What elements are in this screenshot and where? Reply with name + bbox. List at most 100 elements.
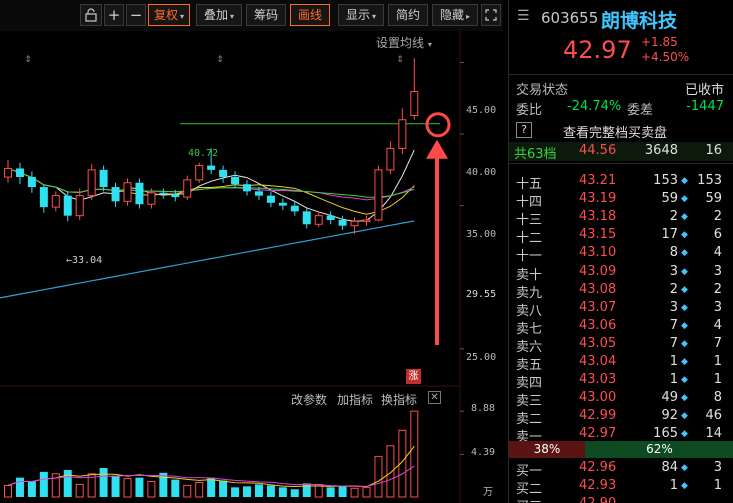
lock-icon-glyph xyxy=(85,8,97,22)
add-indicator-button[interactable]: 加指标 xyxy=(337,391,373,408)
ask-count: 3 xyxy=(713,299,722,315)
fuquan-button[interactable]: 复权 ▾ xyxy=(148,4,190,26)
stock-header: ☰ 603655 朗博科技 42.97 +1.85 +4.50% xyxy=(509,0,733,74)
ask-row[interactable]: 卖八 43.07 3 3 ◆ xyxy=(509,299,733,319)
zoom-in-button[interactable]: + xyxy=(104,4,124,26)
hide-label: 隐藏 xyxy=(439,8,464,22)
ma-setting-label: 设置均线 xyxy=(376,36,425,50)
volume-bar xyxy=(231,487,240,497)
ask-count: 4 xyxy=(713,317,722,333)
diamond-icon: ◆ xyxy=(681,375,688,386)
stock-name[interactable]: 朗博科技 xyxy=(601,6,677,33)
volume-unit-label: 万 xyxy=(483,487,493,498)
volume-bar xyxy=(219,480,228,497)
chart-toolbar: + − 复权 ▾ 叠加 ▾ 筹码 画线 显示 ▾ 简约 隐藏 ▸ xyxy=(0,0,503,31)
total-levels-volume: 3648 xyxy=(644,143,678,158)
lock-icon[interactable] xyxy=(80,4,102,26)
draw-line-button[interactable]: 画线 xyxy=(290,4,330,26)
ask-price: 43.09 xyxy=(579,263,617,279)
ask-row[interactable]: 卖十 43.09 3 3 ◆ xyxy=(509,263,733,283)
ask-row[interactable]: 卖三 43.00 49 8 ◆ xyxy=(509,389,733,409)
bid-ask-ratio-bar: 38% 62% xyxy=(509,441,733,458)
bid-volume: 1 xyxy=(669,478,678,494)
candle-body xyxy=(135,182,144,205)
diamond-icon: ◆ xyxy=(681,411,688,422)
diamond-icon: ◆ xyxy=(681,248,688,259)
bid-row[interactable]: 买一 42.96 84 3 ◆ xyxy=(509,459,733,479)
overlay-label: 叠加 xyxy=(203,8,228,22)
bid-count: 3 xyxy=(713,460,722,475)
chips-button[interactable]: 筹码 xyxy=(246,4,286,26)
status-label: 交易状态 xyxy=(516,83,569,98)
switch-indicator-button[interactable]: 换指标 xyxy=(381,391,417,408)
ask-price: 43.21 xyxy=(579,173,617,188)
display-button[interactable]: 显示 ▾ xyxy=(338,4,384,26)
total-levels-row: 共63档 44.56 3648 16 xyxy=(509,142,733,162)
bid-row[interactable]: 买二 42.93 1 1 ◆ xyxy=(509,477,733,497)
ask-price: 43.05 xyxy=(579,335,617,351)
ask-volume: 2 xyxy=(669,209,678,225)
candle-body xyxy=(123,182,132,202)
ask-row[interactable]: 十五 43.21 153 153 ◆ xyxy=(509,172,733,192)
y-tick-label: 40.00 xyxy=(466,167,497,178)
ask-count: 3 xyxy=(713,263,722,279)
ask-row[interactable]: 卖四 43.03 1 1 ◆ xyxy=(509,371,733,391)
ask-volume: 2 xyxy=(669,281,678,297)
ask-price: 43.06 xyxy=(579,317,617,333)
candle-body xyxy=(39,187,48,208)
candle-body xyxy=(207,165,216,170)
ask-row[interactable]: 十二 43.15 17 6 ◆ xyxy=(509,226,733,246)
ask-row[interactable]: 卖七 43.06 7 4 ◆ xyxy=(509,317,733,337)
ask-price: 43.04 xyxy=(579,354,617,369)
zoom-out-button[interactable]: − xyxy=(126,4,146,26)
volume-bar xyxy=(374,455,383,498)
hide-button[interactable]: 隐藏 ▸ xyxy=(432,4,478,26)
candle-body xyxy=(386,147,395,171)
ask-count: 153 xyxy=(697,173,722,188)
ask-row[interactable]: 卖六 43.05 7 7 ◆ xyxy=(509,335,733,355)
volume-bar xyxy=(278,487,287,497)
candle-body xyxy=(326,215,335,220)
candle-body xyxy=(51,195,60,208)
candle-body xyxy=(374,169,383,221)
list-icon[interactable]: ☰ xyxy=(517,8,530,24)
kline-chart-area[interactable]: ⇕ ⇕ ⇕ 设置均线 ▾ 45.00 40.00 35.00 29.55 25.00… xyxy=(0,31,503,503)
full-book-link[interactable]: 查看完整档买卖盘 xyxy=(563,122,667,141)
kline-chart[interactable]: ⇕ ⇕ ⇕ xyxy=(0,31,503,503)
volume-bar xyxy=(326,487,335,497)
divider xyxy=(509,74,733,75)
ask-volume: 8 xyxy=(669,245,678,261)
ma-setting-link[interactable]: 设置均线 ▾ xyxy=(376,34,432,51)
fullscreen-icon xyxy=(485,9,497,21)
stock-code: 603655 xyxy=(541,9,599,27)
volume-tick-label: 8.88 xyxy=(471,403,496,414)
simple-button[interactable]: 简约 xyxy=(388,4,428,26)
overlay-button[interactable]: 叠加 ▾ xyxy=(196,4,242,26)
ask-volume: 49 xyxy=(661,390,678,406)
ask-row[interactable]: 卖二 42.99 92 46 ◆ xyxy=(509,407,733,427)
volume-bar xyxy=(135,477,144,497)
fullscreen-button[interactable] xyxy=(481,4,501,26)
ask-volume: 3 xyxy=(669,263,678,279)
highlight-circle xyxy=(425,112,451,138)
ask-row[interactable]: 十一 43.10 8 4 ◆ xyxy=(509,244,733,264)
close-icon[interactable]: ✕ xyxy=(428,391,441,404)
candle-body xyxy=(362,219,371,222)
ask-count: 2 xyxy=(713,209,722,225)
candle-body xyxy=(195,165,204,181)
quote-panel: ☰ 603655 朗博科技 42.97 +1.85 +4.50% 交易状态 已收… xyxy=(508,0,733,503)
ask-row[interactable]: 卖九 43.08 2 2 ◆ xyxy=(509,281,733,301)
edit-params-button[interactable]: 改参数 xyxy=(291,391,327,408)
candle-body xyxy=(147,192,156,205)
bid-row[interactable]: 买三 42.90 xyxy=(509,495,733,503)
weicha-value: -1447 xyxy=(686,99,724,114)
ask-row[interactable]: 卖五 43.04 1 1 ◆ xyxy=(509,353,733,373)
trade-status-row: 交易状态 已收市 xyxy=(509,78,733,98)
total-levels-count: 16 xyxy=(705,143,722,158)
diamond-icon: ◆ xyxy=(681,302,688,313)
full-book-row[interactable]: 查看完整档买卖盘 xyxy=(509,121,733,141)
ask-volume: 165 xyxy=(653,426,678,442)
ask-row[interactable]: 十三 43.18 2 2 ◆ xyxy=(509,208,733,228)
candle-body xyxy=(15,168,24,178)
ask-row[interactable]: 十四 43.19 59 59 ◆ xyxy=(509,190,733,210)
